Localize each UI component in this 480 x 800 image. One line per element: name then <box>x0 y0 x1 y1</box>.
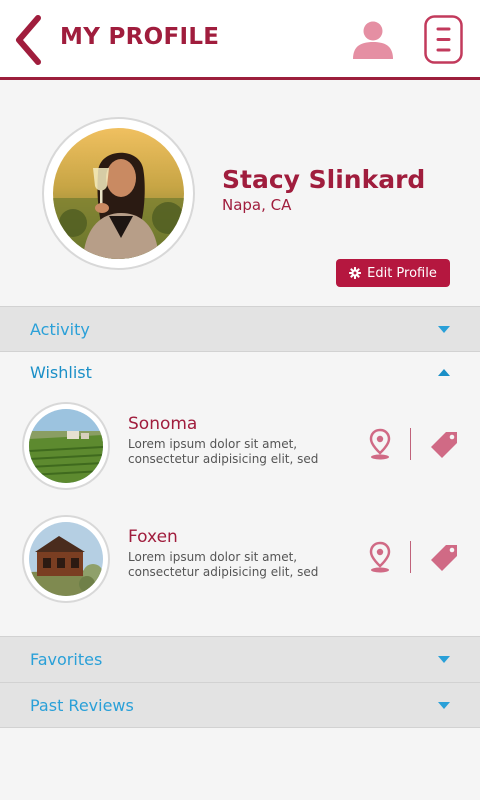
user-button[interactable] <box>352 20 394 60</box>
caret-up-icon <box>438 368 450 376</box>
gear-icon <box>349 267 362 279</box>
profile-location: Napa, CA <box>222 196 292 214</box>
back-button[interactable] <box>10 14 46 66</box>
section-wishlist[interactable]: Wishlist <box>0 352 480 392</box>
caret-down-icon <box>438 701 450 709</box>
thumbnail-sonoma <box>29 409 103 483</box>
avatar <box>53 128 184 259</box>
profile-name: Stacy Slinkard <box>222 165 426 194</box>
edit-profile-label: Edit Profile <box>367 265 437 281</box>
section-wishlist-label: Wishlist <box>30 362 92 382</box>
tag-button[interactable] <box>429 430 459 460</box>
chevron-left-icon <box>16 15 41 65</box>
profile-section: Stacy Slinkard Napa, CA Edit Profile <box>0 83 480 306</box>
list-item-description: Lorem ipsum dolor sit amet, consectetur … <box>128 437 319 466</box>
section-past-reviews[interactable]: Past Reviews <box>0 682 480 728</box>
page-title: MY PROFILE <box>60 24 220 50</box>
thumbnail-foxen <box>29 522 103 596</box>
map-pin-icon <box>369 428 391 460</box>
price-tag-icon <box>431 432 457 458</box>
caret-down-icon <box>438 325 450 333</box>
divider <box>410 541 411 573</box>
list-item-description: Lorem ipsum dolor sit amet, consectetur … <box>128 550 319 579</box>
edit-profile-button[interactable]: Edit Profile <box>336 259 450 287</box>
section-activity-label: Activity <box>30 319 90 339</box>
section-favorites-label: Favorites <box>30 650 103 669</box>
list-item[interactable]: Sonoma Lorem ipsum dolor sit amet, conse… <box>0 402 480 502</box>
location-button[interactable] <box>368 541 392 573</box>
section-favorites[interactable]: Favorites <box>0 636 480 683</box>
caret-down-icon <box>438 656 450 663</box>
section-activity[interactable]: Activity <box>0 306 480 352</box>
list-item-title: Foxen <box>128 527 178 547</box>
list-item[interactable]: Foxen Lorem ipsum dolor sit amet, consec… <box>0 515 480 615</box>
menu-icon <box>424 15 463 64</box>
tag-button[interactable] <box>429 543 459 573</box>
app-header: MY PROFILE <box>0 0 480 80</box>
location-button[interactable] <box>368 428 392 460</box>
divider <box>410 428 411 460</box>
user-icon <box>353 21 393 59</box>
map-pin-icon <box>369 541 391 573</box>
list-item-title: Sonoma <box>128 414 198 434</box>
section-past-reviews-label: Past Reviews <box>30 695 134 715</box>
menu-button[interactable] <box>424 15 463 64</box>
price-tag-icon <box>431 545 457 571</box>
